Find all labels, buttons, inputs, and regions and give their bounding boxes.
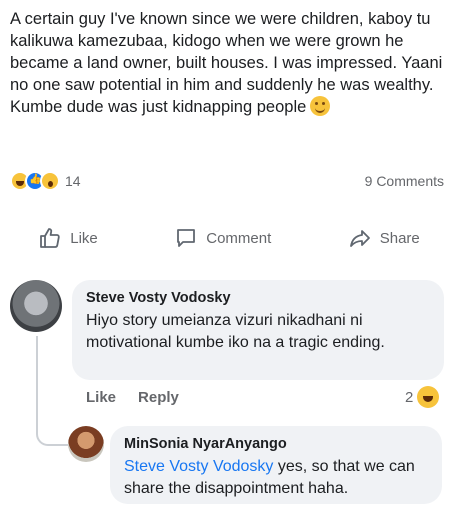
comment-author[interactable]: Steve Vosty Vodosky bbox=[86, 290, 430, 306]
comment-like-button[interactable]: Like bbox=[86, 389, 116, 406]
comment-count[interactable]: 9 Comments bbox=[365, 173, 444, 189]
comment-label: Comment bbox=[206, 229, 272, 247]
mention-link[interactable]: Steve Vosty Vodosky bbox=[124, 458, 273, 475]
reactions-summary: 14 9 Comments bbox=[10, 170, 444, 192]
wow-reaction-icon bbox=[40, 171, 60, 191]
comment-text: Hiyo story umeianza vizuri nikadhani ni … bbox=[86, 312, 385, 351]
post-body: A certain guy I've known since we were c… bbox=[10, 10, 443, 116]
comment-reply-button[interactable]: Reply bbox=[138, 389, 179, 406]
share-arrow-icon bbox=[349, 230, 370, 247]
haha-reaction-icon bbox=[417, 386, 440, 408]
comment-reaction-summary[interactable]: 2 bbox=[405, 386, 440, 408]
reaction-icons[interactable]: 14 bbox=[10, 171, 81, 191]
like-label: Like bbox=[70, 229, 98, 247]
post-actions: Like Comment Share bbox=[0, 218, 458, 258]
like-button[interactable]: Like bbox=[38, 226, 98, 250]
comment-button[interactable]: Comment bbox=[174, 226, 271, 250]
comment-bubble-icon bbox=[177, 229, 196, 247]
thumbs-up-icon bbox=[40, 228, 60, 248]
comment-actions: Like Reply bbox=[86, 389, 179, 406]
grinning-emoji-icon bbox=[310, 96, 331, 116]
reply-author[interactable]: MinSonia NyarAnyango bbox=[124, 436, 428, 452]
reply-text: Steve Vosty Vodosky yes, so that we can … bbox=[124, 456, 428, 500]
reply-thread-line bbox=[36, 336, 68, 446]
avatar[interactable] bbox=[68, 426, 104, 462]
reply-bubble: MinSonia NyarAnyango Steve Vosty Vodosky… bbox=[110, 426, 442, 504]
post-text: A certain guy I've known since we were c… bbox=[10, 8, 450, 118]
comment-bubble: Steve Vosty Vodosky Hiyo story umeianza … bbox=[72, 280, 444, 380]
share-label: Share bbox=[379, 229, 420, 247]
reaction-count[interactable]: 14 bbox=[65, 173, 81, 189]
comment-reaction-count: 2 bbox=[405, 388, 414, 406]
avatar[interactable] bbox=[10, 280, 62, 332]
share-button[interactable]: Share bbox=[348, 226, 420, 250]
